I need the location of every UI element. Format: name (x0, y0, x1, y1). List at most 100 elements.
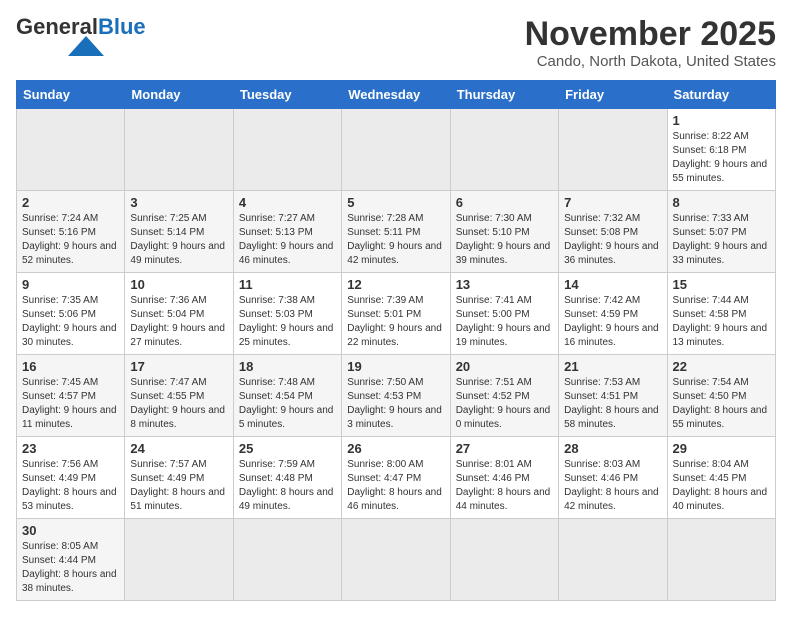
calendar-cell: 28Sunrise: 8:03 AM Sunset: 4:46 PM Dayli… (559, 437, 667, 519)
calendar-cell: 30 Sunrise: 8:05 AM Sunset: 4:44 PM Dayli… (17, 519, 125, 601)
calendar-cell: 29Sunrise: 8:04 AM Sunset: 4:45 PM Dayli… (667, 437, 775, 519)
calendar-cell: 24 Sunrise: 7:57 AM Sunset: 4:49 PM Dayli… (125, 437, 233, 519)
day-info: Sunrise: 7:28 AM Sunset: 5:11 PM Dayligh… (347, 212, 444, 268)
day-number: 27 (456, 441, 553, 456)
weekday-header-friday: Friday (559, 81, 667, 109)
day-number: 2 (22, 195, 119, 210)
day-number: 24 (130, 441, 227, 456)
calendar-cell (233, 519, 341, 601)
weekday-header-tuesday: Tuesday (233, 81, 341, 109)
calendar-cell: 12 Sunrise: 7:39 AM Sunset: 5:01 PM Dayli… (342, 273, 450, 355)
day-info: Sunrise: 7:44 AM Sunset: 4:58 PM Dayligh… (673, 294, 770, 350)
calendar-cell (667, 519, 775, 601)
day-info: Sunrise: 8:22 AM Sunset: 6:18 PM Dayligh… (673, 130, 770, 186)
day-number: 1 (673, 113, 770, 128)
weekday-header-monday: Monday (125, 81, 233, 109)
week-row-1: 1 Sunrise: 8:22 AM Sunset: 6:18 PM Daylig… (17, 109, 776, 191)
day-info: Sunrise: 7:48 AM Sunset: 4:54 PM Dayligh… (239, 376, 336, 432)
day-number: 4 (239, 195, 336, 210)
day-info: Sunrise: 7:32 AM Sunset: 5:08 PM Dayligh… (564, 212, 661, 268)
header: General Blue November 2025 Cando, North … (16, 16, 776, 70)
calendar-cell (450, 519, 558, 601)
logo-text-blue: Blue (98, 16, 146, 38)
calendar-cell: 14 Sunrise: 7:42 AM Sunset: 4:59 PM Dayli… (559, 273, 667, 355)
calendar-cell (125, 519, 233, 601)
day-number: 8 (673, 195, 770, 210)
day-number: 11 (239, 277, 336, 292)
calendar-cell: 2Sunrise: 7:24 AM Sunset: 5:16 PM Daylig… (17, 191, 125, 273)
calendar-cell (233, 109, 341, 191)
calendar-cell: 3 Sunrise: 7:25 AM Sunset: 5:14 PM Daylig… (125, 191, 233, 273)
day-number: 3 (130, 195, 227, 210)
calendar-cell: 5 Sunrise: 7:28 AM Sunset: 5:11 PM Daylig… (342, 191, 450, 273)
week-row-3: 9Sunrise: 7:35 AM Sunset: 5:06 PM Daylig… (17, 273, 776, 355)
calendar-cell: 9Sunrise: 7:35 AM Sunset: 5:06 PM Daylig… (17, 273, 125, 355)
weekday-header-thursday: Thursday (450, 81, 558, 109)
day-info: Sunrise: 7:27 AM Sunset: 5:13 PM Dayligh… (239, 212, 336, 268)
weekday-header-row: SundayMondayTuesdayWednesdayThursdayFrid… (17, 81, 776, 109)
logo: General Blue (16, 16, 146, 56)
day-number: 5 (347, 195, 444, 210)
day-info: Sunrise: 7:36 AM Sunset: 5:04 PM Dayligh… (130, 294, 227, 350)
day-info: Sunrise: 7:33 AM Sunset: 5:07 PM Dayligh… (673, 212, 770, 268)
day-info: Sunrise: 7:56 AM Sunset: 4:49 PM Dayligh… (22, 458, 119, 514)
logo-text-general: General (16, 16, 98, 38)
day-info: Sunrise: 7:50 AM Sunset: 4:53 PM Dayligh… (347, 376, 444, 432)
day-number: 7 (564, 195, 661, 210)
calendar-cell: 16Sunrise: 7:45 AM Sunset: 4:57 PM Dayli… (17, 355, 125, 437)
day-number: 16 (22, 359, 119, 374)
calendar-cell (125, 109, 233, 191)
weekday-header-wednesday: Wednesday (342, 81, 450, 109)
calendar-cell: 6Sunrise: 7:30 AM Sunset: 5:10 PM Daylig… (450, 191, 558, 273)
calendar-cell (342, 109, 450, 191)
weekday-header-saturday: Saturday (667, 81, 775, 109)
day-info: Sunrise: 8:01 AM Sunset: 4:46 PM Dayligh… (456, 458, 553, 514)
month-year-title: November 2025 (525, 16, 776, 53)
calendar-cell (17, 109, 125, 191)
calendar-cell: 13Sunrise: 7:41 AM Sunset: 5:00 PM Dayli… (450, 273, 558, 355)
day-number: 30 (22, 523, 119, 538)
location-title: Cando, North Dakota, United States (525, 53, 776, 70)
logo-icon (68, 36, 104, 56)
calendar-cell: 17 Sunrise: 7:47 AM Sunset: 4:55 PM Dayli… (125, 355, 233, 437)
calendar-cell (559, 109, 667, 191)
day-number: 12 (347, 277, 444, 292)
day-info: Sunrise: 7:39 AM Sunset: 5:01 PM Dayligh… (347, 294, 444, 350)
day-number: 14 (564, 277, 661, 292)
day-number: 25 (239, 441, 336, 456)
day-info: Sunrise: 8:05 AM Sunset: 4:44 PM Dayligh… (22, 540, 119, 596)
day-number: 26 (347, 441, 444, 456)
day-number: 17 (130, 359, 227, 374)
calendar-cell: 11Sunrise: 7:38 AM Sunset: 5:03 PM Dayli… (233, 273, 341, 355)
day-info: Sunrise: 7:54 AM Sunset: 4:50 PM Dayligh… (673, 376, 770, 432)
day-number: 21 (564, 359, 661, 374)
day-info: Sunrise: 7:30 AM Sunset: 5:10 PM Dayligh… (456, 212, 553, 268)
day-number: 20 (456, 359, 553, 374)
calendar-cell: 4 Sunrise: 7:27 AM Sunset: 5:13 PM Daylig… (233, 191, 341, 273)
day-number: 19 (347, 359, 444, 374)
day-number: 13 (456, 277, 553, 292)
calendar-cell: 15Sunrise: 7:44 AM Sunset: 4:58 PM Dayli… (667, 273, 775, 355)
day-info: Sunrise: 7:59 AM Sunset: 4:48 PM Dayligh… (239, 458, 336, 514)
day-info: Sunrise: 7:57 AM Sunset: 4:49 PM Dayligh… (130, 458, 227, 514)
calendar-cell (559, 519, 667, 601)
weekday-header-sunday: Sunday (17, 81, 125, 109)
day-info: Sunrise: 7:53 AM Sunset: 4:51 PM Dayligh… (564, 376, 661, 432)
calendar-cell (342, 519, 450, 601)
day-number: 18 (239, 359, 336, 374)
day-info: Sunrise: 7:42 AM Sunset: 4:59 PM Dayligh… (564, 294, 661, 350)
calendar-cell: 1 Sunrise: 8:22 AM Sunset: 6:18 PM Daylig… (667, 109, 775, 191)
day-number: 28 (564, 441, 661, 456)
calendar-cell: 27 Sunrise: 8:01 AM Sunset: 4:46 PM Dayli… (450, 437, 558, 519)
calendar-cell: 23Sunrise: 7:56 AM Sunset: 4:49 PM Dayli… (17, 437, 125, 519)
day-info: Sunrise: 7:51 AM Sunset: 4:52 PM Dayligh… (456, 376, 553, 432)
calendar-cell: 25 Sunrise: 7:59 AM Sunset: 4:48 PM Dayli… (233, 437, 341, 519)
calendar-cell: 7 Sunrise: 7:32 AM Sunset: 5:08 PM Daylig… (559, 191, 667, 273)
week-row-4: 16Sunrise: 7:45 AM Sunset: 4:57 PM Dayli… (17, 355, 776, 437)
calendar-cell: 8 Sunrise: 7:33 AM Sunset: 5:07 PM Daylig… (667, 191, 775, 273)
calendar-cell: 20 Sunrise: 7:51 AM Sunset: 4:52 PM Dayli… (450, 355, 558, 437)
week-row-2: 2Sunrise: 7:24 AM Sunset: 5:16 PM Daylig… (17, 191, 776, 273)
day-info: Sunrise: 7:47 AM Sunset: 4:55 PM Dayligh… (130, 376, 227, 432)
calendar-cell: 22Sunrise: 7:54 AM Sunset: 4:50 PM Dayli… (667, 355, 775, 437)
day-info: Sunrise: 7:25 AM Sunset: 5:14 PM Dayligh… (130, 212, 227, 268)
